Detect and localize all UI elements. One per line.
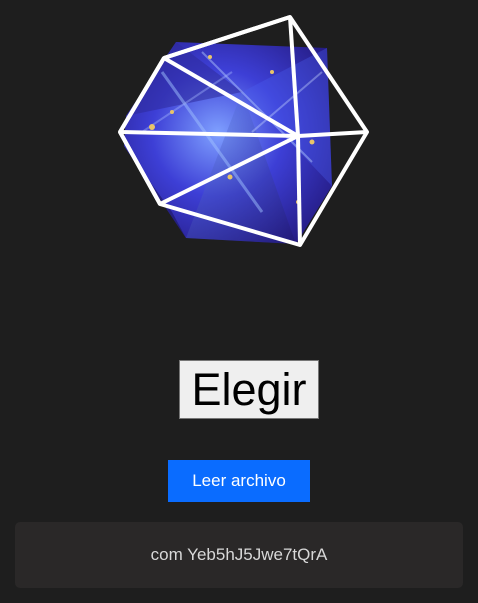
icosahedron-crystal-icon	[118, 15, 369, 247]
read-file-button[interactable]: Leer archivo	[168, 460, 310, 502]
crystal-logo	[112, 12, 374, 252]
result-text: com Yeb5hJ5Jwe7tQrA	[150, 545, 328, 564]
result-panel: com Yeb5hJ5Jwe7tQrA	[15, 522, 463, 588]
app-page: Elegir Leer archivo com Yeb5hJ5Jwe7tQrA	[0, 0, 478, 603]
choose-file-button[interactable]: Elegir	[179, 360, 319, 419]
